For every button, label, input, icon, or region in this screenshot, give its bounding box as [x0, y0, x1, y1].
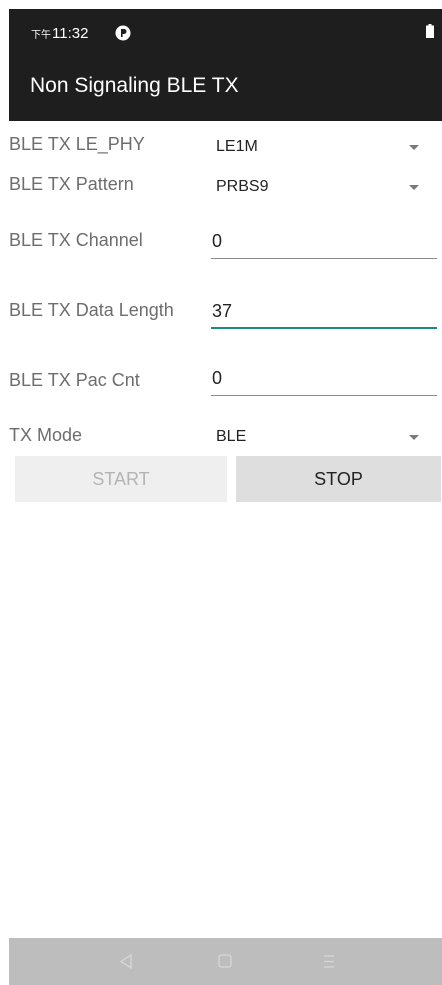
navigation-bar: [9, 938, 442, 985]
app-notification-icon: [115, 25, 131, 41]
le-phy-label: BLE TX LE_PHY: [9, 134, 145, 154]
le-phy-spinner[interactable]: LE1M: [215, 133, 440, 163]
status-time: 11:32: [52, 25, 89, 42]
dropdown-arrow-icon: [409, 185, 419, 190]
status-ampm: 下午: [31, 30, 51, 41]
status-clock: 下午11:32: [31, 25, 88, 42]
input-underline: [211, 258, 437, 259]
dropdown-arrow-icon: [409, 145, 419, 150]
le-phy-value: LE1M: [216, 138, 258, 155]
screen: 下午11:32 Non Signaling BLE TX BLE TX LE_P…: [9, 9, 442, 985]
input-underline-focused: [211, 327, 437, 329]
data-length-value: 37: [212, 301, 233, 321]
channel-input[interactable]: 0: [211, 223, 437, 259]
start-button[interactable]: START: [15, 456, 227, 502]
battery-icon: [426, 24, 434, 38]
back-triangle-icon[interactable]: [96, 938, 156, 985]
menu-lines-icon[interactable]: [299, 938, 359, 985]
pattern-value: PRBS9: [216, 178, 269, 195]
tx-mode-spinner[interactable]: BLE: [215, 423, 440, 453]
pac-cnt-input[interactable]: 0: [211, 360, 437, 396]
channel-value: 0: [212, 231, 223, 251]
tx-mode-value: BLE: [216, 428, 247, 445]
data-length-label: BLE TX Data Length: [9, 300, 174, 320]
home-square-icon[interactable]: [195, 938, 255, 985]
page-title: Non Signaling BLE TX: [30, 74, 239, 97]
pac-cnt-value: 0: [212, 368, 223, 388]
channel-label: BLE TX Channel: [9, 230, 143, 250]
pattern-label: BLE TX Pattern: [9, 174, 134, 194]
pac-cnt-label: BLE TX Pac Cnt: [9, 370, 140, 390]
tx-mode-label: TX Mode: [9, 425, 83, 445]
input-underline: [211, 395, 437, 396]
pattern-spinner[interactable]: PRBS9: [215, 173, 440, 203]
stop-button[interactable]: STOP: [236, 456, 441, 502]
dropdown-arrow-icon: [409, 435, 419, 440]
status-bar: 下午11:32: [9, 9, 442, 54]
data-length-input[interactable]: 37: [211, 293, 437, 329]
app-bar: Non Signaling BLE TX: [9, 54, 442, 121]
